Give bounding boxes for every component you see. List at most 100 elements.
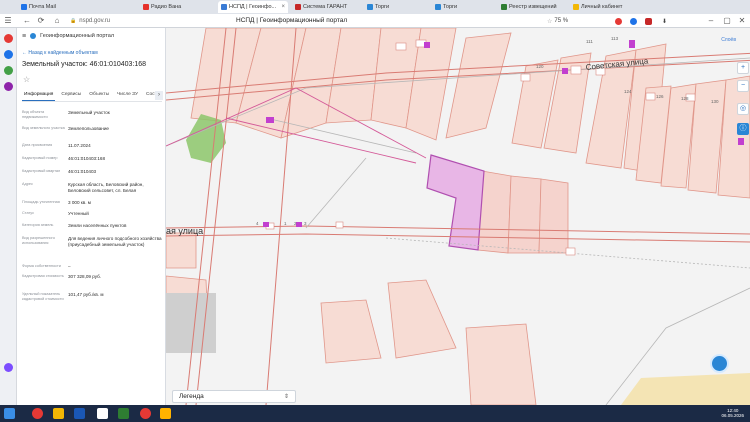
street-label: ая улица	[166, 226, 203, 236]
reload-icon[interactable]: ⟳	[36, 16, 46, 26]
portal-header: ≡ Геоинформационный портал	[17, 28, 165, 44]
tab-favicon-icon	[295, 4, 301, 10]
attribute-value: Земли населённых пунктов	[68, 223, 127, 228]
browser-tab[interactable]: Почта Mail	[18, 1, 88, 13]
tabs-scroll-right-icon[interactable]: ›	[155, 91, 163, 100]
layers-button[interactable]: Слоёв	[721, 37, 736, 43]
tab-label: Радио Вана	[151, 4, 182, 10]
attribute-row: Удельный показатель кадастровой стоимост…	[22, 292, 162, 302]
bookmark-icon: ☆	[547, 18, 553, 25]
attribute-value: 46:01:010403:168	[68, 156, 106, 161]
attribute-label: Форма собственности	[22, 264, 61, 268]
attribute-row: Статус Учтенный	[22, 211, 162, 217]
app-icon[interactable]	[118, 408, 129, 419]
tab-label: Торги	[443, 4, 458, 10]
browser-tab[interactable]: Реестр извещений	[498, 1, 566, 13]
house-number: 130	[711, 99, 719, 104]
yandex-browser-icon[interactable]	[32, 408, 43, 419]
browser-tab[interactable]: Система ГАРАНТ	[292, 1, 360, 13]
panel-tab[interactable]: Объекты	[87, 91, 111, 101]
sidebar-app-icon[interactable]	[4, 34, 13, 43]
start-icon[interactable]	[4, 408, 15, 419]
portal-logo-icon	[30, 33, 37, 39]
alice-icon[interactable]	[4, 363, 13, 372]
back-to-results-link[interactable]: ← Назад к найденным объектам	[22, 50, 98, 56]
download-icon[interactable]: ⬇	[662, 18, 667, 25]
map-canvas[interactable]: Советская улица ая улица 120 111 113 1 2…	[166, 28, 750, 405]
tab-label: Почта Mail	[29, 4, 56, 10]
sidebar-app-icon[interactable]	[4, 50, 13, 59]
tab-favicon-icon	[501, 4, 507, 10]
attribute-value: Земельный участок	[68, 110, 110, 115]
app-icon[interactable]	[160, 408, 171, 419]
close-window-icon[interactable]: ✕	[737, 16, 747, 26]
browser-tab-strip: Почта Mail Радио Вана НСПД | Геоинфо... × Си…	[0, 0, 750, 14]
app-icon[interactable]	[97, 408, 108, 419]
browser-tab[interactable]: Радио Вана	[140, 1, 208, 13]
taskbar: 12:40 06.05.2026	[0, 405, 750, 422]
word-icon[interactable]	[74, 408, 85, 419]
page-title: НСПД | Геоинформационный портал	[236, 17, 348, 24]
attribute-label: Категория земель	[22, 223, 54, 227]
browser-tab[interactable]: Торги	[364, 1, 424, 13]
attribute-value: 11.07.2024	[68, 143, 91, 148]
sidebar-app-icon[interactable]	[4, 66, 13, 75]
tab-favicon-icon	[221, 4, 227, 10]
clock[interactable]: 12:40 06.05.2026	[721, 408, 744, 418]
extension-icon[interactable]	[615, 17, 622, 25]
tab-label: НСПД | Геоинфо...	[229, 4, 277, 10]
attribute-label: Кадастровый квартал	[22, 169, 61, 173]
extension-icon[interactable]	[645, 17, 652, 25]
house-number: 111	[586, 39, 593, 44]
browser-sidebar	[0, 28, 17, 405]
portal-header-label: Геоинформационный портал	[40, 33, 115, 39]
panel-tab[interactable]: Числе ЗУ	[115, 91, 140, 101]
panel-tab[interactable]: Сервисы	[59, 91, 83, 101]
browser-menu-icon[interactable]: ☰	[3, 16, 13, 26]
panel-tab[interactable]: Информация	[22, 91, 56, 101]
tab-label: Система ГАРАНТ	[303, 4, 348, 10]
legend-label: Легенда	[179, 393, 204, 400]
extensions-area: ⬇	[615, 16, 667, 26]
minimize-icon[interactable]: –	[706, 16, 716, 26]
file-explorer-icon[interactable]	[53, 408, 64, 419]
browser-tab[interactable]: Личный кабинет	[570, 1, 640, 13]
chat-bot-button[interactable]	[710, 354, 729, 373]
tab-favicon-icon	[367, 4, 373, 10]
address-bar[interactable]: 🔒 nspd.gov.ru	[70, 16, 110, 26]
extension-icon[interactable]	[630, 17, 637, 25]
zoom-out-button[interactable]: −	[737, 80, 749, 92]
collapse-panel-icon[interactable]: ≡	[22, 33, 26, 40]
sidebar-app-icon[interactable]	[4, 82, 13, 91]
zoom-in-button[interactable]: +	[737, 62, 749, 74]
map-info-button[interactable]: ⓘ	[737, 123, 749, 135]
attribute-row: Площадь уточненная 3 000 кв. м	[22, 200, 162, 206]
house-number: 113	[611, 36, 619, 41]
tab-label: Торги	[375, 4, 390, 10]
zoom-indicator[interactable]: ☆ 75 %	[547, 16, 568, 26]
attribute-value: 46:01:010403	[68, 169, 97, 174]
home-icon[interactable]: ⌂	[52, 16, 62, 26]
legend-dropdown[interactable]: Легенда ⇕	[172, 390, 296, 403]
attribute-row: Вид земельного участка Землепользование	[22, 126, 162, 132]
browser-tab[interactable]: НСПД | Геоинфо... ×	[218, 1, 288, 13]
app-icon[interactable]	[140, 408, 151, 419]
attribute-label: Вид разрешенного использования	[22, 236, 55, 245]
tab-favicon-icon	[143, 4, 149, 10]
lock-icon: 🔒	[70, 18, 77, 24]
attribute-value: 3 000 кв. м	[68, 200, 91, 205]
tab-favicon-icon	[21, 4, 27, 10]
map-view[interactable]: Советская улица ая улица 120 111 113 1 2…	[166, 28, 750, 405]
house-number: 128	[681, 96, 689, 101]
favorite-star-icon[interactable]: ☆	[23, 75, 30, 84]
attribute-label: Вид объекта недвижимости	[22, 110, 48, 119]
back-link-text: Назад к найденным объектам	[28, 50, 98, 56]
close-tab-icon[interactable]: ×	[281, 4, 285, 10]
browser-tab[interactable]: Торги	[432, 1, 494, 13]
maximize-icon[interactable]: ▢	[722, 16, 732, 26]
house-number: 120	[536, 64, 544, 69]
attribute-value: Для ведения личного подсобного хозяйства…	[68, 236, 162, 247]
map-tool-button[interactable]: ◎	[737, 103, 749, 115]
back-icon[interactable]: ←	[22, 16, 32, 26]
tab-favicon-icon	[435, 4, 441, 10]
